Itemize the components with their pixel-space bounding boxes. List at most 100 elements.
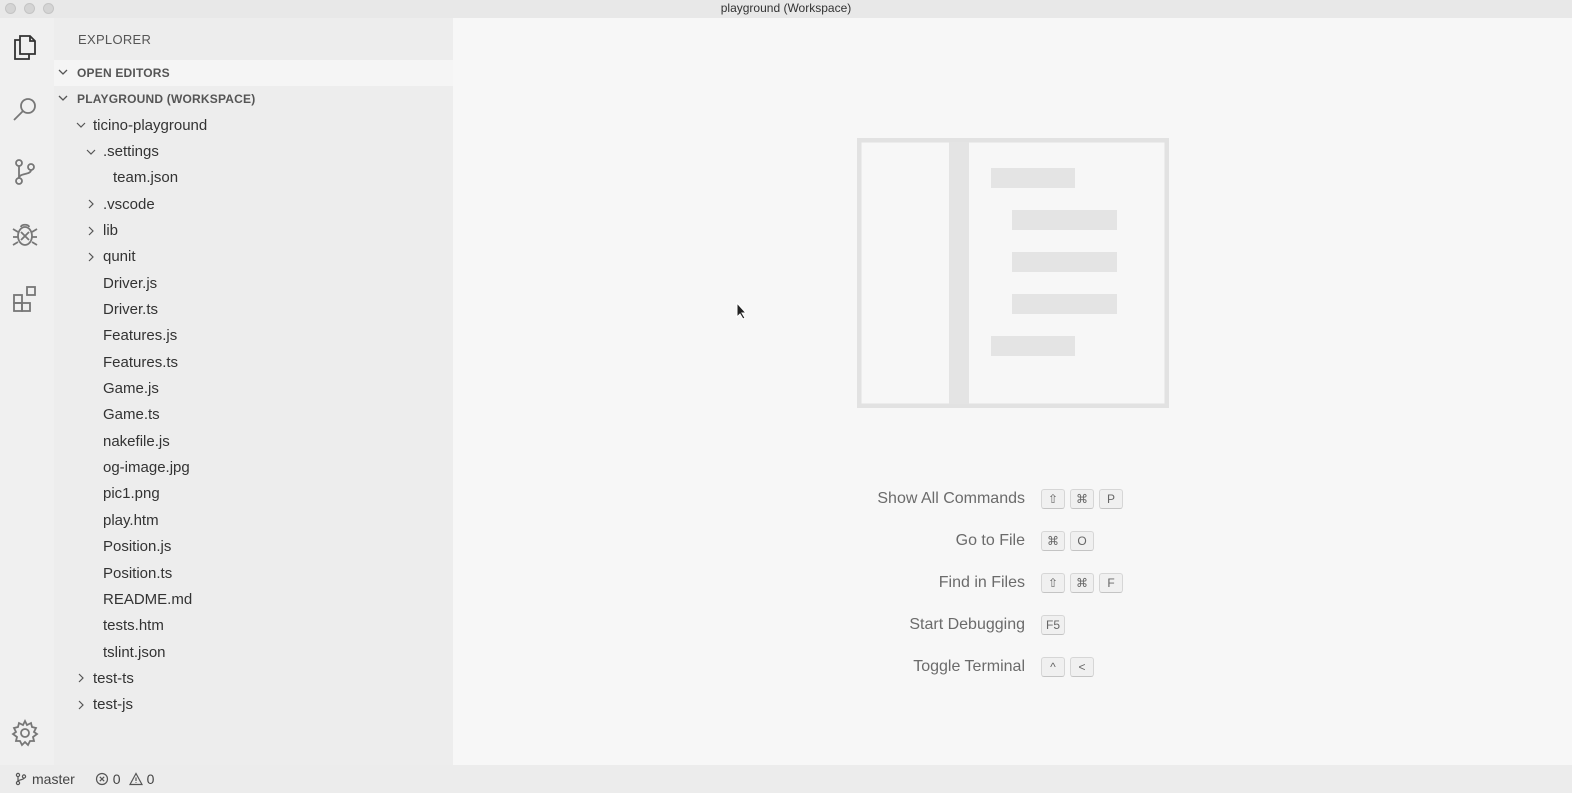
folder-item[interactable]: test-ts — [54, 665, 453, 691]
tree-item-label: Features.js — [103, 327, 178, 345]
file-item[interactable]: Game.js — [54, 375, 453, 401]
file-tree: ticino-playground .settings team.json .vsco… — [54, 112, 453, 718]
keybinding-key: O — [1070, 531, 1094, 551]
file-item[interactable]: Position.js — [54, 534, 453, 560]
tree-item-label: tslint.json — [103, 643, 166, 661]
file-item[interactable]: team.json — [54, 165, 453, 191]
keybinding-key: ^ — [1041, 657, 1065, 677]
shortcut-label: Go to File — [955, 532, 1025, 549]
extensions-icon — [13, 286, 36, 312]
minimize-window-button[interactable] — [24, 3, 35, 14]
shortcut-list: Show All Commands ⇧ ⌘ P Go to File ⌘ O Find in … — [833, 478, 1333, 688]
warning-count: 0 — [146, 771, 155, 787]
chevron-right-icon — [74, 700, 88, 710]
shortcut-row: Find in Files ⇧ ⌘ F — [833, 562, 1333, 604]
chevron-right-icon — [74, 673, 88, 683]
branch-name: master — [32, 771, 75, 787]
folder-item[interactable]: .settings — [54, 138, 453, 164]
shortcut-row: Start Debugging F5 — [833, 604, 1333, 646]
error-icon — [95, 772, 108, 786]
chevron-down-icon — [58, 92, 77, 106]
tree-item-label: test-js — [93, 696, 134, 714]
file-item[interactable]: Driver.js — [54, 270, 453, 296]
tree-item-label: Game.ts — [103, 406, 160, 424]
sidebar-title: EXPLORER — [78, 31, 152, 47]
folder-item[interactable]: ticino-playground — [54, 112, 453, 138]
file-item[interactable]: Features.js — [54, 323, 453, 349]
git-branch-icon — [15, 772, 27, 786]
close-window-button[interactable] — [5, 3, 16, 14]
vscode-watermark-logo — [857, 138, 1169, 408]
files-icon — [14, 35, 36, 60]
keybinding-key: F5 — [1041, 615, 1066, 635]
file-item[interactable]: Driver.ts — [54, 296, 453, 322]
shortcut-row: Show All Commands ⇧ ⌘ P — [833, 478, 1333, 520]
debug-icon — [12, 223, 38, 246]
keybinding-key: < — [1070, 657, 1094, 677]
open-editors-label: OPEN EDITORS — [77, 66, 170, 80]
tree-item-label: nakefile.js — [103, 432, 170, 450]
tree-item-label: play.htm — [103, 511, 159, 529]
keybinding-key: ⌘ — [1070, 573, 1094, 593]
chevron-down-icon — [58, 66, 77, 80]
file-item[interactable]: Features.ts — [54, 349, 453, 375]
keybinding-key: ⌘ — [1041, 531, 1065, 551]
keybinding-key: ⇧ — [1041, 573, 1065, 593]
workspace-label: PLAYGROUND (WORKSPACE) — [77, 92, 256, 106]
extensions-tab[interactable] — [0, 273, 50, 323]
error-count: 0 — [112, 771, 121, 787]
open-editors-section[interactable]: OPEN EDITORS — [54, 60, 453, 86]
activity-bar — [0, 18, 54, 765]
debug-tab[interactable] — [0, 210, 50, 260]
shortcut-label: Start Debugging — [909, 616, 1025, 633]
file-item[interactable]: README.md — [54, 586, 453, 612]
window-title: playground (Workspace) — [720, 1, 852, 15]
tree-item-label: og-image.jpg — [103, 459, 190, 477]
keybinding-key: ⌘ — [1070, 489, 1094, 509]
branch-indicator[interactable]: master — [14, 771, 75, 787]
status-bar: master 0 0 — [0, 765, 1572, 793]
shortcut-label: Find in Files — [938, 574, 1025, 591]
search-tab[interactable] — [0, 84, 50, 134]
tree-item-label: team.json — [113, 169, 179, 187]
file-item[interactable]: pic1.png — [54, 481, 453, 507]
chevron-down-icon — [84, 147, 98, 157]
keybinding-key: ⇧ — [1041, 489, 1065, 509]
source-control-tab[interactable] — [0, 147, 50, 197]
folder-item[interactable]: qunit — [54, 244, 453, 270]
tree-item-label: .settings — [103, 143, 159, 161]
file-item[interactable]: Game.ts — [54, 402, 453, 428]
gear-icon — [11, 718, 39, 747]
folder-item[interactable]: lib — [54, 217, 453, 243]
explorer-tab[interactable] — [0, 22, 50, 72]
file-item[interactable]: tslint.json — [54, 639, 453, 665]
settings-button[interactable] — [0, 708, 50, 758]
warning-icon — [128, 772, 143, 786]
zoom-window-button[interactable] — [43, 3, 54, 14]
tree-item-label: pic1.png — [103, 485, 160, 503]
file-item[interactable]: Position.ts — [54, 560, 453, 586]
file-item[interactable]: nakefile.js — [54, 428, 453, 454]
tree-item-label: Features.ts — [103, 353, 179, 371]
source-control-icon — [15, 159, 35, 185]
editor-area[interactable]: Show All Commands ⇧ ⌘ P Go to File ⌘ O Find in … — [453, 18, 1572, 765]
file-item[interactable]: tests.htm — [54, 613, 453, 639]
file-item[interactable]: og-image.jpg — [54, 454, 453, 480]
workspace-section[interactable]: PLAYGROUND (WORKSPACE) — [54, 86, 453, 112]
tree-item-label: Position.ts — [103, 564, 173, 582]
search-icon — [13, 98, 36, 121]
shortcut-label: Toggle Terminal — [913, 658, 1025, 675]
tree-item-label: Driver.js — [103, 274, 158, 292]
keybinding-key: F — [1099, 573, 1123, 593]
shortcut-row: Go to File ⌘ O — [833, 520, 1333, 562]
file-item[interactable]: play.htm — [54, 507, 453, 533]
folder-item[interactable]: test-js — [54, 692, 453, 718]
folder-item[interactable]: .vscode — [54, 191, 453, 217]
shortcut-label: Show All Commands — [877, 490, 1025, 507]
keybinding-key: P — [1099, 489, 1123, 509]
tree-item-label: Position.js — [103, 538, 172, 556]
chevron-right-icon — [84, 199, 98, 209]
problems-indicator[interactable]: 0 0 — [95, 771, 155, 787]
tree-item-label: Game.js — [103, 380, 159, 398]
window-controls[interactable] — [5, 3, 54, 14]
